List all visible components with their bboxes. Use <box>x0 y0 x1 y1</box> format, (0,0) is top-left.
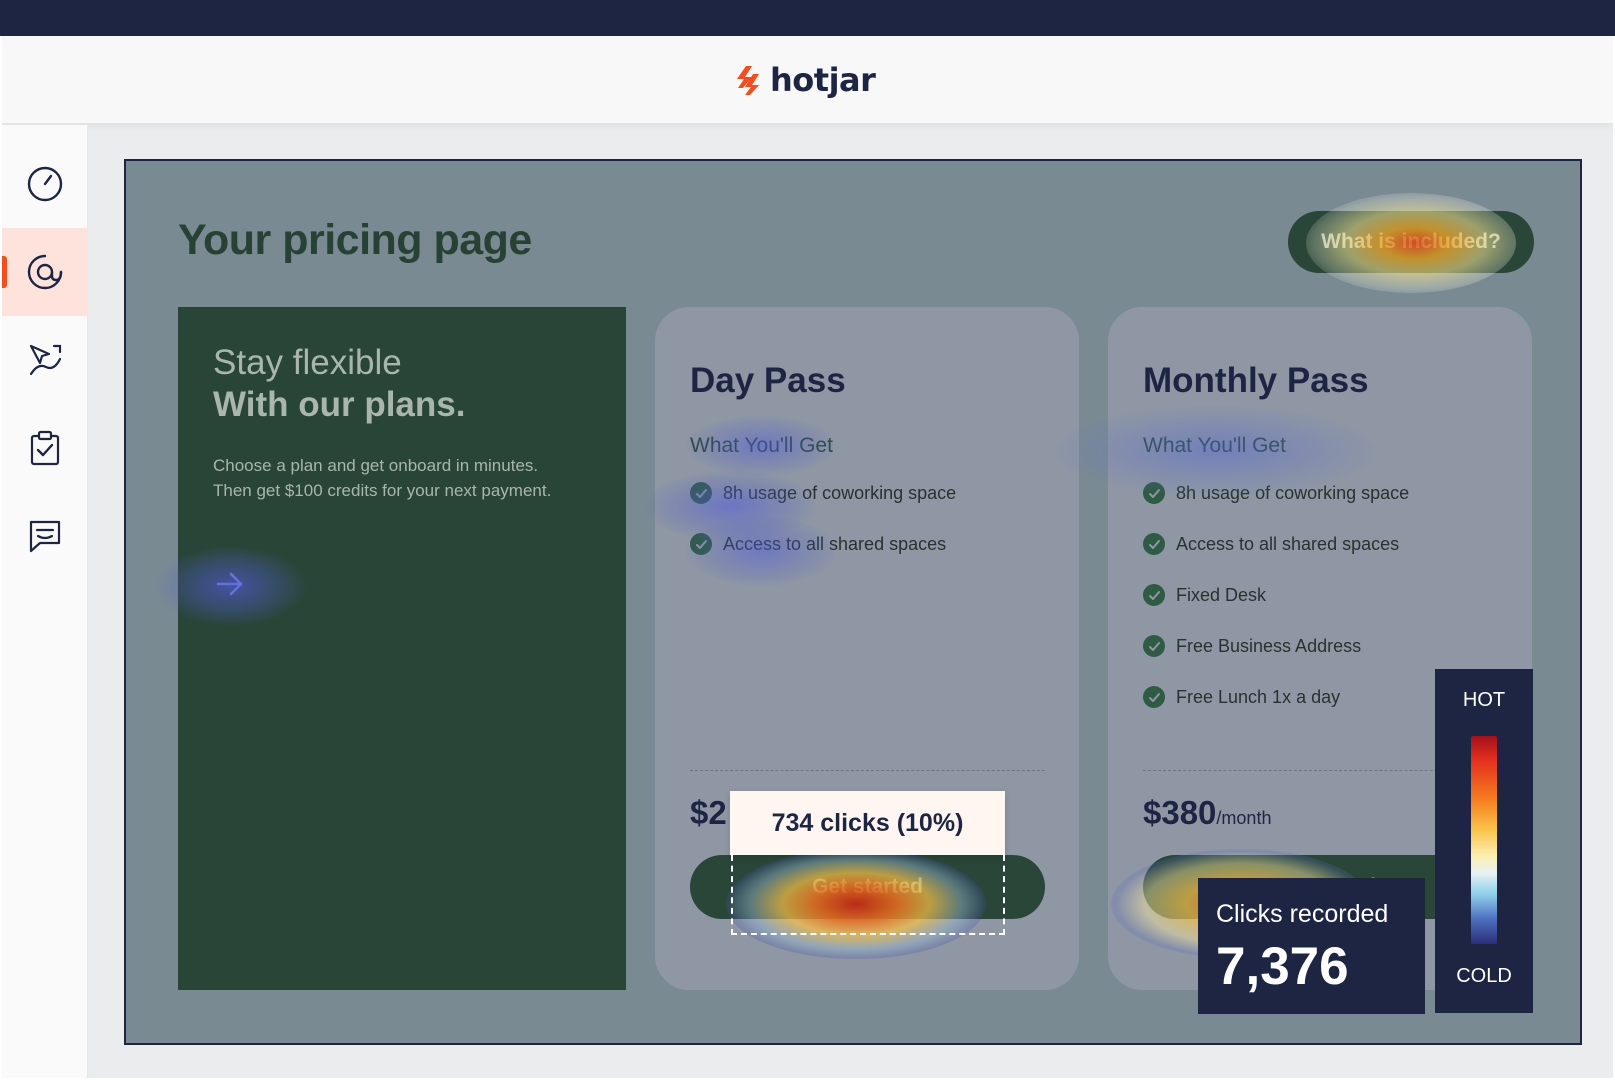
feature-label: 8h usage of coworking space <box>723 482 957 503</box>
legend-hot-label: HOT <box>1462 689 1506 711</box>
check-icon <box>1143 584 1165 606</box>
what-is-included-button[interactable]: What is included? <box>1288 211 1534 273</box>
card-divider <box>690 770 1045 771</box>
feature-label: Free Business Address <box>1176 635 1362 656</box>
check-icon <box>1143 635 1165 657</box>
plan-subtitle: What You'll Get <box>690 434 833 457</box>
sidebar-item-surveys[interactable] <box>2 404 88 492</box>
arrow-right-icon[interactable] <box>214 569 246 599</box>
clicks-value: 7,376 <box>1216 937 1349 996</box>
heatmap-stage: Your pricing page What is included? Stay… <box>124 159 1582 1045</box>
check-icon <box>1143 533 1165 555</box>
click-count-tooltip: 734 clicks (10%) <box>730 791 1005 855</box>
plan-title: Day Pass <box>690 361 846 400</box>
plan-title: Monthly Pass <box>1143 361 1369 400</box>
sidebar <box>2 125 88 1078</box>
feature-item: Access to all shared spaces <box>1143 533 1399 555</box>
surveys-clipboard-icon <box>30 430 60 466</box>
sidebar-item-feedback[interactable] <box>2 492 88 580</box>
feature-label: Access to all shared spaces <box>1176 533 1400 554</box>
sidebar-item-recordings[interactable] <box>2 316 88 404</box>
recordings-cursor-icon <box>29 344 62 376</box>
logo-text: hotjar <box>770 61 876 99</box>
legend-cold-label: COLD <box>1456 965 1512 987</box>
sidebar-item-dashboard[interactable] <box>2 140 88 228</box>
feature-item: Access to all shared spaces <box>690 533 946 555</box>
feature-item: 8h usage of coworking space <box>1143 482 1409 504</box>
price-unit: /month <box>1216 808 1272 828</box>
feedback-chat-icon <box>29 520 61 553</box>
check-icon <box>1143 686 1165 708</box>
promo-heading-line2: With our plans. <box>213 385 466 424</box>
feature-label: 8h usage of coworking space <box>1176 482 1410 503</box>
plan-subtitle: What You'll Get <box>1143 434 1286 457</box>
plan-price: $380/month <box>1143 794 1271 832</box>
promo-description: Choose a plan and get onboard in minutes… <box>213 456 552 500</box>
heatmap-target-icon <box>27 254 63 290</box>
plan-price: $2 <box>690 794 727 831</box>
check-icon <box>690 533 712 555</box>
feature-item: Free Lunch 1x a day <box>1143 686 1340 708</box>
window-top-bar <box>0 0 1615 36</box>
feature-label: Fixed Desk <box>1176 584 1267 605</box>
dashboard-gauge-icon <box>27 166 63 202</box>
page-title: Your pricing page <box>178 216 532 264</box>
promo-heading-line1: Stay flexible <box>213 343 402 382</box>
heat-legend: HOT COLD <box>1435 669 1533 1013</box>
selected-element-outline <box>731 855 1005 935</box>
feature-item: 8h usage of coworking space <box>690 482 956 504</box>
check-icon <box>1143 482 1165 504</box>
hotjar-logo[interactable]: hotjar <box>736 58 876 102</box>
hotjar-flame-icon <box>737 66 759 95</box>
check-icon <box>690 482 712 504</box>
promo-panel: Stay flexible With our plans. Choose a p… <box>178 307 626 990</box>
sidebar-item-heatmaps[interactable] <box>2 228 88 316</box>
feature-item: Fixed Desk <box>1143 584 1266 606</box>
feature-label: Access to all shared spaces <box>723 533 947 554</box>
app-header: hotjar <box>2 36 1613 124</box>
feature-label: Free Lunch 1x a day <box>1176 686 1341 707</box>
app-window: hotjar Your pricing page What is include… <box>2 36 1613 1078</box>
feature-item: Free Business Address <box>1143 635 1361 657</box>
clicks-recorded-panel: Clicks recorded 7,376 <box>1198 878 1425 1014</box>
clicks-label: Clicks recorded <box>1216 900 1389 928</box>
legend-gradient-bar <box>1471 736 1497 944</box>
price-amount: $380 <box>1143 794 1217 831</box>
